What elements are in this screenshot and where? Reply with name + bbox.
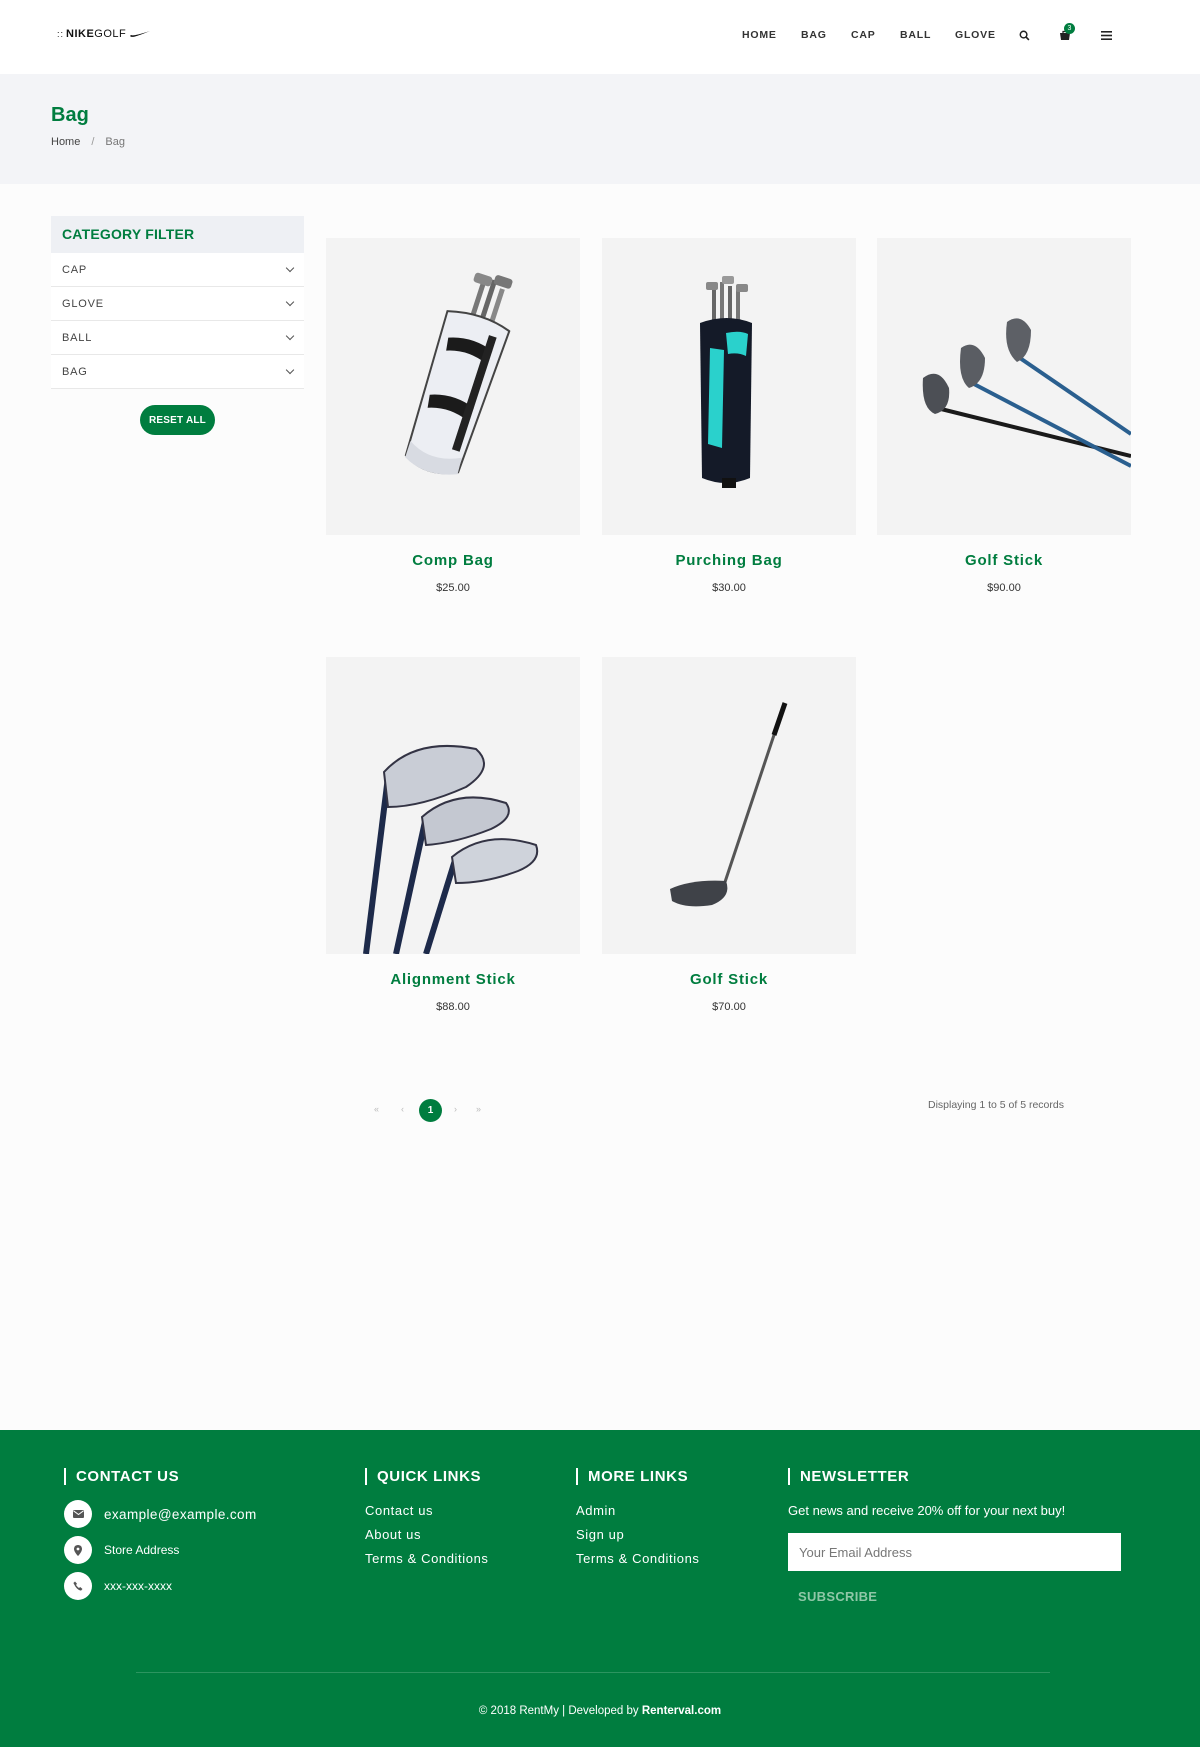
- footer-link-sign-up[interactable]: Sign up: [576, 1527, 700, 1542]
- footer-link-about-us[interactable]: About us: [365, 1527, 489, 1542]
- breadcrumb-home[interactable]: Home: [51, 136, 80, 148]
- logo-dots: ::: [57, 29, 65, 39]
- pagination-last[interactable]: »: [476, 1104, 481, 1114]
- contact-address: Store Address: [104, 1543, 180, 1557]
- footer-link-terms[interactable]: Terms & Conditions: [365, 1551, 489, 1566]
- product-name[interactable]: Golf Stick: [602, 971, 856, 988]
- product-image-purching-bag[interactable]: [602, 238, 856, 535]
- subscribe-button[interactable]: SUBSCRIBE: [798, 1589, 877, 1604]
- contact-phone-row: xxx-xxx-xxxx: [64, 1572, 257, 1600]
- pagination-prev[interactable]: ‹: [401, 1104, 404, 1114]
- footer-link-terms-2[interactable]: Terms & Conditions: [576, 1551, 700, 1566]
- newsletter-email-input[interactable]: [788, 1533, 1121, 1571]
- footer-newsletter: NEWSLETTER Get news and receive 20% off …: [788, 1468, 1121, 1606]
- product-image-golf-stick[interactable]: [877, 238, 1131, 535]
- product-card[interactable]: Golf Stick $90.00: [877, 238, 1131, 594]
- product-image-comp-bag[interactable]: [326, 238, 580, 535]
- records-count: Displaying 1 to 5 of 5 records: [928, 1099, 1064, 1111]
- product-card[interactable]: Purching Bag $30.00: [602, 238, 856, 594]
- page-banner: Bag Home / Bag: [0, 74, 1200, 184]
- filter-item-glove[interactable]: GLOVE: [51, 287, 304, 321]
- newsletter-text: Get news and receive 20% off for your ne…: [788, 1503, 1066, 1518]
- filter-item-ball[interactable]: BALL: [51, 321, 304, 355]
- product-name[interactable]: Purching Bag: [602, 552, 856, 569]
- filter-item-bag[interactable]: BAG: [51, 355, 304, 389]
- envelope-icon: [64, 1500, 92, 1528]
- swoosh-icon: [130, 31, 151, 37]
- footer-quick-links: QUICK LINKS Contact us About us Terms & …: [365, 1468, 489, 1566]
- footer-quick-links-title: QUICK LINKS: [365, 1468, 489, 1485]
- nav-home[interactable]: HOME: [742, 29, 777, 41]
- chevron-down-icon: [285, 331, 295, 340]
- product-price: $25.00: [436, 582, 470, 594]
- category-filter: CATEGORY FILTER CAP GLOVE BALL BAG: [51, 216, 304, 389]
- product-card[interactable]: Golf Stick $70.00: [602, 657, 856, 1013]
- contact-address-row: Store Address: [64, 1536, 257, 1564]
- footer-more-links-title: MORE LINKS: [576, 1468, 700, 1485]
- breadcrumb-separator: /: [91, 136, 95, 148]
- map-pin-icon: [64, 1536, 92, 1564]
- product-price: $30.00: [712, 582, 746, 594]
- product-name[interactable]: Comp Bag: [326, 552, 580, 569]
- filter-item-cap[interactable]: CAP: [51, 253, 304, 287]
- chevron-down-icon: [285, 365, 295, 374]
- filter-item-label: CAP: [62, 263, 88, 276]
- footer-link-admin[interactable]: Admin: [576, 1503, 700, 1518]
- hamburger-menu-icon[interactable]: [1098, 27, 1114, 43]
- nav-ball[interactable]: BALL: [900, 29, 931, 41]
- nav-cap[interactable]: CAP: [851, 29, 876, 41]
- product-price: $90.00: [987, 582, 1021, 594]
- nav-bag[interactable]: BAG: [801, 29, 827, 41]
- logo-suffix: GOLF: [94, 28, 127, 40]
- footer: CONTACT US example@example.com Store Add…: [0, 1430, 1200, 1747]
- nikegolf-logo[interactable]: :: NIKE GOLF: [57, 28, 151, 40]
- chevron-down-icon: [285, 263, 295, 272]
- product-price: $70.00: [712, 1001, 746, 1013]
- footer-contact: CONTACT US example@example.com Store Add…: [64, 1468, 257, 1600]
- filter-item-label: GLOVE: [62, 297, 104, 310]
- search-icon[interactable]: [1016, 27, 1032, 43]
- reset-all-button[interactable]: RESET ALL: [140, 405, 215, 435]
- pagination-first[interactable]: «: [374, 1104, 379, 1114]
- product-card[interactable]: Alignment Stick $88.00: [326, 657, 580, 1013]
- product-image-alignment-stick[interactable]: [326, 657, 580, 954]
- product-name[interactable]: Alignment Stick: [326, 971, 580, 988]
- contact-phone: xxx-xxx-xxxx: [104, 1579, 172, 1593]
- nav-glove[interactable]: GLOVE: [955, 29, 996, 41]
- footer-link-contact-us[interactable]: Contact us: [365, 1503, 489, 1518]
- copyright-text: © 2018 RentMy | Developed by: [478, 1705, 642, 1717]
- chevron-down-icon: [285, 297, 295, 306]
- product-name[interactable]: Golf Stick: [877, 552, 1131, 569]
- contact-email[interactable]: example@example.com: [104, 1507, 257, 1522]
- footer-more-links: MORE LINKS Admin Sign up Terms & Conditi…: [576, 1468, 700, 1566]
- footer-contact-title: CONTACT US: [64, 1468, 257, 1485]
- breadcrumb: Home / Bag: [51, 136, 125, 148]
- contact-email-row: example@example.com: [64, 1500, 257, 1528]
- phone-icon: [64, 1572, 92, 1600]
- category-filter-title: CATEGORY FILTER: [51, 216, 304, 253]
- logo-brand: NIKE: [66, 28, 95, 40]
- page-title: Bag: [51, 104, 89, 126]
- footer-divider: [136, 1672, 1050, 1673]
- filter-item-label: BALL: [62, 331, 93, 344]
- copyright: © 2018 RentMy | Developed by Renterval.c…: [0, 1705, 1200, 1717]
- breadcrumb-current: Bag: [105, 136, 125, 148]
- developer-link[interactable]: Renterval.com: [642, 1705, 721, 1717]
- product-card[interactable]: Comp Bag $25.00: [326, 238, 580, 594]
- product-price: $88.00: [436, 1001, 470, 1013]
- product-image-golf-stick-2[interactable]: [602, 657, 856, 954]
- top-navbar: :: NIKE GOLF HOME BAG CAP BALL GLOVE 3: [0, 0, 1200, 74]
- filter-item-label: BAG: [62, 365, 88, 378]
- footer-newsletter-title: NEWSLETTER: [788, 1468, 1121, 1485]
- cart-count-badge: 3: [1064, 23, 1075, 34]
- pagination-page-1[interactable]: 1: [419, 1099, 442, 1122]
- pagination-next[interactable]: ›: [454, 1104, 457, 1114]
